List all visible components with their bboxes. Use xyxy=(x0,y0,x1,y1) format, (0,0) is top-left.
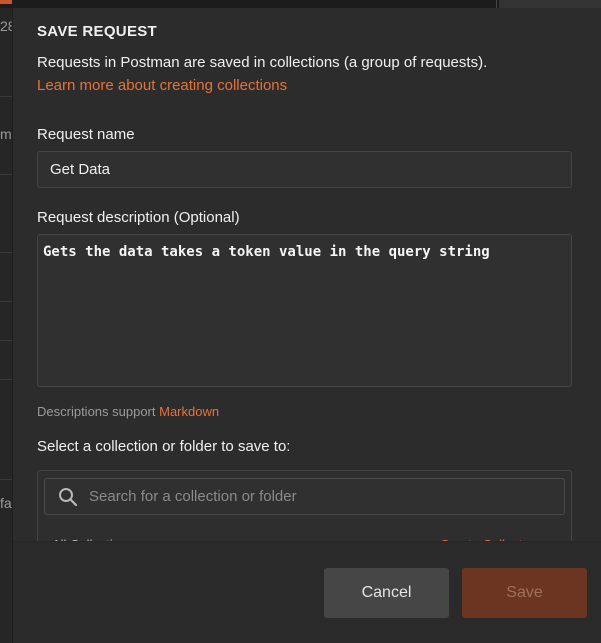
background-divider xyxy=(0,340,12,341)
background-tab xyxy=(499,0,601,8)
request-description-label: Request description (Optional) xyxy=(37,209,240,226)
cancel-button[interactable]: Cancel xyxy=(324,568,449,618)
modal-title: SAVE REQUEST xyxy=(37,23,158,40)
background-divider xyxy=(0,479,12,480)
search-icon xyxy=(59,488,78,507)
save-button[interactable]: Save xyxy=(462,568,587,618)
collection-label: Select a collection or folder to save to… xyxy=(37,438,291,455)
markdown-link[interactable]: Markdown xyxy=(159,404,219,419)
background-divider xyxy=(0,252,12,253)
background-sidebar-edge xyxy=(0,8,12,643)
modal-footer: Cancel Save xyxy=(13,541,601,643)
background-divider xyxy=(0,301,12,302)
request-name-label: Request name xyxy=(37,126,135,143)
screen: 28 m fa SAVE REQUEST Requests in Postman… xyxy=(0,0,601,643)
save-request-modal: SAVE REQUEST Requests in Postman are sav… xyxy=(12,8,601,643)
background-divider xyxy=(0,379,12,380)
background-divider xyxy=(496,0,497,8)
request-description-textarea[interactable]: Gets the data takes a token value in the… xyxy=(37,234,572,387)
hint-text: Descriptions support xyxy=(37,404,156,419)
collection-picker: All Collecti Create Collect xyxy=(37,470,572,550)
background-divider xyxy=(0,174,12,175)
markdown-hint: Descriptions support Markdown xyxy=(37,404,219,419)
background-fragment: fa xyxy=(0,495,12,511)
background-divider xyxy=(0,96,12,97)
learn-more-link[interactable]: Learn more about creating collections xyxy=(37,77,287,94)
collection-search-field[interactable] xyxy=(44,478,565,515)
background-active-tab-indicator xyxy=(0,0,12,4)
background-fragment: m xyxy=(0,126,12,142)
intro-text: Requests in Postman are saved in collect… xyxy=(37,54,488,71)
collection-search-input[interactable] xyxy=(89,479,559,514)
request-name-input[interactable] xyxy=(37,151,572,188)
